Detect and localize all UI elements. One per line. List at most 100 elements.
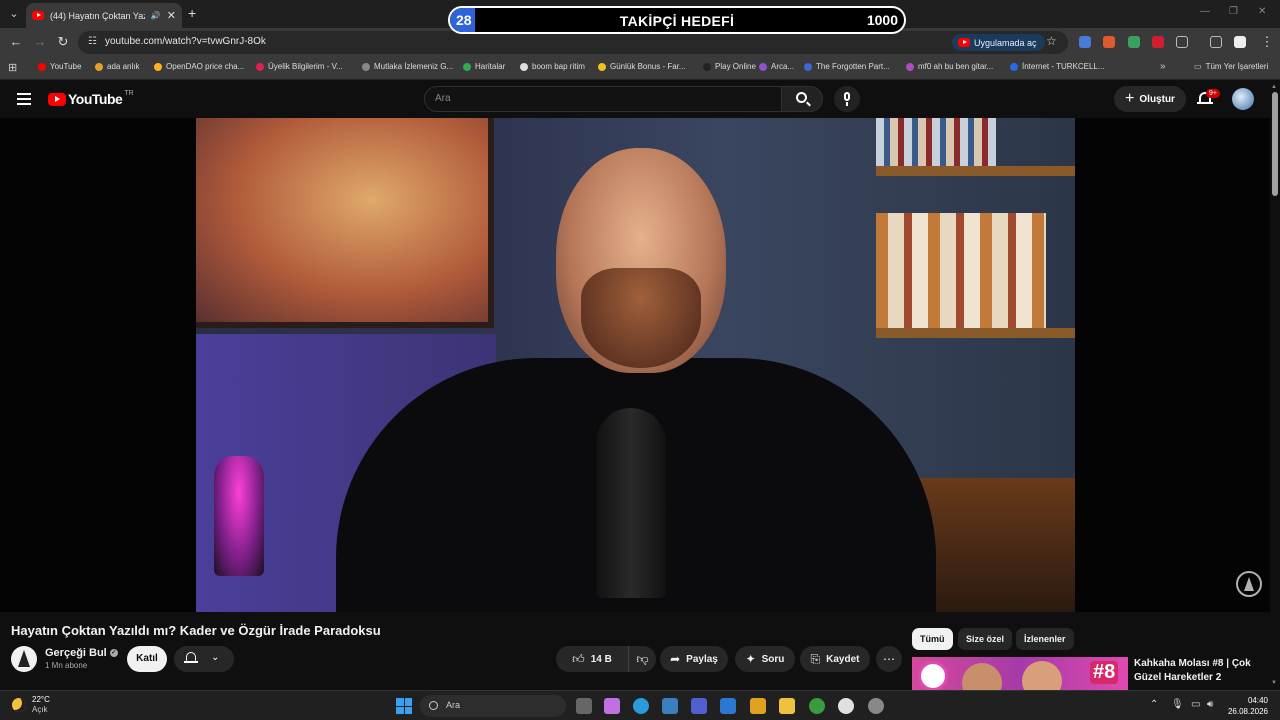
mail-icon[interactable] — [720, 698, 736, 714]
extension-icon[interactable] — [1152, 36, 1164, 48]
chrome-icon[interactable] — [838, 698, 854, 714]
file-explorer-icon[interactable] — [779, 698, 795, 714]
new-tab-button[interactable]: + — [188, 5, 196, 21]
chip-for-you[interactable]: Size özel — [958, 628, 1013, 650]
scroll-up-icon[interactable]: ▲ — [1271, 84, 1277, 90]
youtube-logo[interactable]: YouTube TR — [48, 90, 134, 107]
task-view-icon[interactable] — [576, 698, 592, 714]
bookmark-favicon-icon — [703, 62, 711, 71]
channel-watermark-icon[interactable] — [1236, 571, 1262, 597]
tab-search-button[interactable]: ⌄ — [6, 6, 22, 22]
more-horizontal-icon: ⋯ — [883, 652, 895, 666]
translate-extension-icon[interactable] — [1079, 36, 1091, 48]
profile-icon[interactable] — [1234, 36, 1246, 48]
bookmark-favicon-icon — [520, 62, 528, 71]
app-icon[interactable] — [662, 698, 678, 714]
menu-icon[interactable] — [17, 93, 31, 108]
browser-menu-icon[interactable]: ⋮ — [1259, 34, 1275, 50]
bookmark-item[interactable]: Üyelik Bilgilerim - V... — [256, 62, 343, 71]
notification-count-badge: 9+ — [1206, 89, 1220, 98]
back-icon[interactable]: ← — [8, 34, 24, 49]
scrollbar-thumb[interactable] — [1272, 92, 1278, 196]
bookmark-item[interactable]: Günlük Bonus - Far... — [598, 62, 686, 71]
extension-icon[interactable] — [1128, 36, 1140, 48]
plus-icon: + — [1125, 90, 1135, 107]
extensions-puzzle-icon[interactable] — [1176, 36, 1188, 48]
tray-overflow-icon[interactable]: ⌃ — [1150, 699, 1158, 710]
channel-avatar[interactable] — [11, 646, 37, 672]
reload-icon[interactable]: ↻ — [55, 34, 71, 50]
edge-icon[interactable] — [633, 698, 649, 714]
extension-icon[interactable] — [1103, 36, 1115, 48]
search-input[interactable]: Ara — [424, 86, 782, 112]
thumbs-down-icon: 👎︎ — [636, 651, 649, 666]
account-avatar[interactable] — [1232, 88, 1254, 110]
create-button[interactable]: + Oluştur — [1114, 86, 1186, 112]
taskbar-search-label: Ara — [446, 700, 461, 710]
all-bookmarks-button[interactable]: ▭ Tüm Yer İşaretleri — [1194, 62, 1268, 71]
site-info-icon[interactable]: ☷ — [88, 36, 97, 47]
speaker-icon[interactable]: 🔊 — [151, 11, 161, 20]
chip-watched[interactable]: İzlenenler — [1016, 628, 1074, 650]
bookmark-item[interactable]: Mutlaka İzlemeniz G... — [362, 62, 453, 71]
share-button[interactable]: ➦ Paylaş — [660, 646, 728, 672]
url-text[interactable]: youtube.com/watch?v=tvwGnrJ-8Ok — [105, 36, 266, 47]
like-button[interactable]: 👍︎ 14 B — [556, 646, 628, 672]
taskbar-search[interactable]: Ara — [420, 695, 566, 717]
video-player[interactable] — [0, 118, 1270, 612]
bookmark-item[interactable]: The Forgotten Part... — [804, 62, 890, 71]
search-button[interactable] — [781, 86, 823, 112]
youtube-icon — [958, 38, 970, 47]
weather-widget[interactable]: 22°C Açık — [12, 695, 50, 715]
xbox-icon[interactable] — [809, 698, 825, 714]
bookmark-item[interactable]: mf0 ah bu ben gitar... — [906, 62, 993, 71]
windows-start-icon[interactable] — [396, 698, 412, 714]
video-frame[interactable] — [196, 118, 1075, 612]
omnibox[interactable]: ☷ youtube.com/watch?v=tvwGnrJ-8Ok Uygula… — [78, 31, 1068, 54]
apps-grid-icon[interactable]: ⊞ — [8, 61, 17, 74]
teams-icon[interactable] — [691, 698, 707, 714]
subscription-bell-button[interactable]: ⌄ — [174, 646, 234, 672]
reading-list-icon[interactable] — [1210, 36, 1222, 48]
dislike-button[interactable]: 👎︎ — [628, 646, 656, 672]
bookmark-item[interactable]: ada anlık — [95, 62, 139, 71]
browser-tab[interactable]: (44) Hayatın Çoktan Yazıldı 🔊 ✕ — [26, 3, 182, 28]
tab-close-icon[interactable]: ✕ — [167, 9, 176, 22]
bookmark-star-icon[interactable]: ☆ — [1046, 34, 1057, 48]
store-icon[interactable] — [750, 698, 766, 714]
channel-name[interactable]: Gerçeği Bul ✓ — [45, 647, 118, 659]
bookmark-item[interactable]: OpenDAO price cha... — [154, 62, 244, 71]
close-window-button[interactable]: ✕ — [1258, 6, 1266, 17]
bookmark-item[interactable]: İnternet - TURKCELL... — [1010, 62, 1105, 71]
subscriber-count: 1 Mn abone — [45, 661, 88, 670]
minimize-button[interactable]: — — [1200, 6, 1210, 17]
bookmark-item[interactable]: Haritalar — [463, 62, 505, 71]
forward-icon[interactable]: → — [32, 34, 48, 49]
microphone-tray-icon[interactable]: 🎙︎ — [1171, 699, 1184, 710]
recommended-video-title[interactable]: Kahkaha Molası #8 | Çok Güzel Hareketler… — [1134, 657, 1264, 685]
open-in-app-button[interactable]: Uygulamada aç — [952, 34, 1045, 51]
bookmark-item[interactable]: boom bap ritim — [520, 62, 585, 71]
maximize-button[interactable]: ❐ — [1229, 6, 1238, 17]
voice-search-button[interactable] — [834, 86, 860, 112]
ask-button[interactable]: ✦ Soru — [735, 646, 795, 672]
volume-icon[interactable]: 🔊︎ — [1207, 699, 1213, 710]
bookmark-label: mf0 ah bu ben gitar... — [918, 62, 994, 71]
copilot-icon[interactable] — [604, 698, 620, 714]
bookmark-item[interactable]: Play Online — [703, 62, 756, 71]
network-icon[interactable]: ▭ — [1191, 699, 1200, 710]
bookmark-item[interactable]: Arca... — [759, 62, 794, 71]
recommended-video-thumbnail[interactable]: #8 — [912, 657, 1128, 690]
bookmark-item[interactable]: YouTube — [38, 62, 81, 71]
join-button[interactable]: Katıl — [127, 646, 167, 672]
bookmark-favicon-icon — [804, 62, 812, 71]
save-button[interactable]: ⎘ Kaydet — [800, 646, 870, 672]
more-bookmarks-icon[interactable]: » — [1160, 61, 1166, 72]
more-actions-button[interactable]: ⋯ — [876, 646, 902, 672]
app-icon[interactable] — [868, 698, 884, 714]
bookmark-favicon-icon — [362, 62, 370, 71]
system-clock[interactable]: 04:40 26.08.2026 — [1224, 695, 1268, 717]
bookmark-label: Üyelik Bilgilerim - V... — [268, 62, 343, 71]
chip-all[interactable]: Tümü — [912, 628, 953, 650]
scroll-down-icon[interactable]: ▼ — [1271, 680, 1277, 686]
